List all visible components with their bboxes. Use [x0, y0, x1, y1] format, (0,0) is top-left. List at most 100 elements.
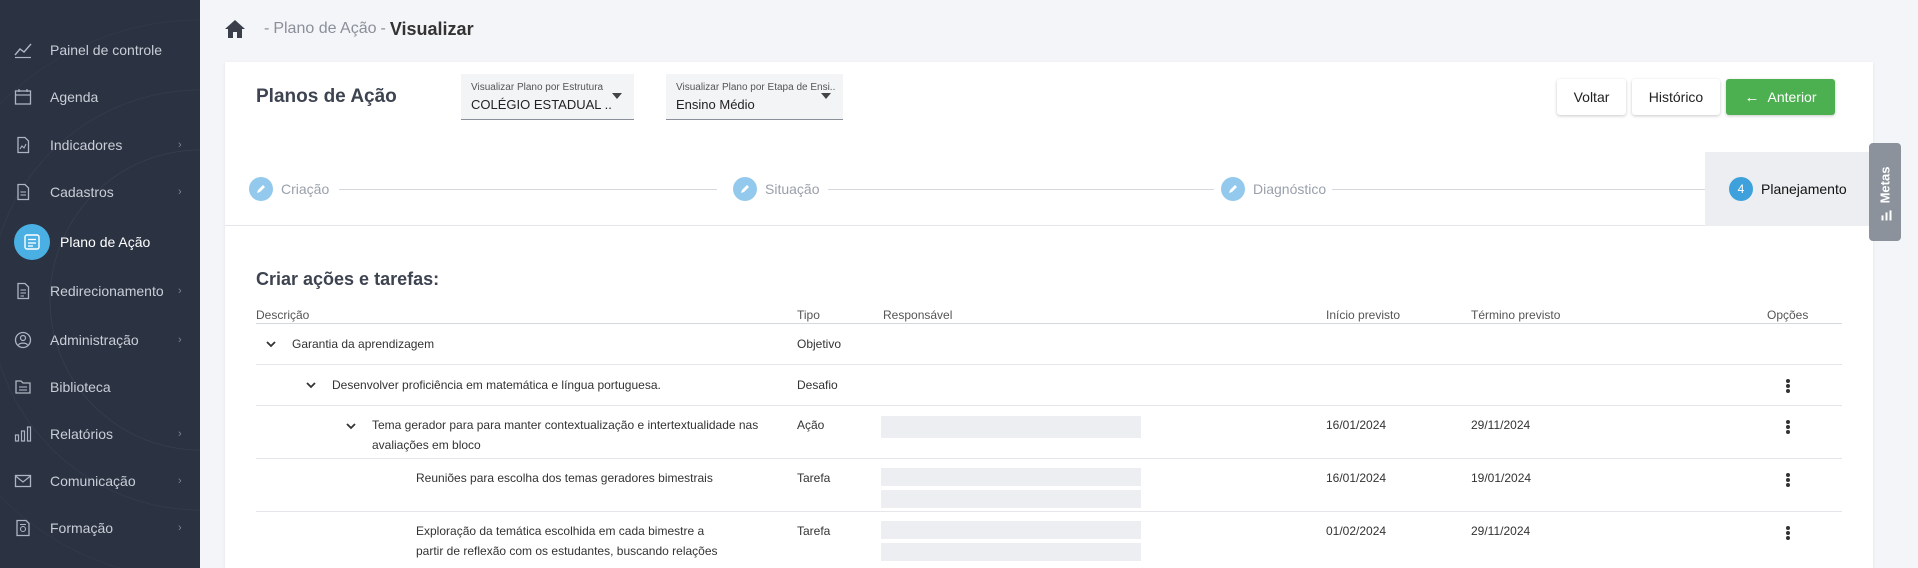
row-start-date: 16/01/2024 — [1326, 418, 1387, 432]
pencil-icon — [733, 177, 757, 201]
indicators-icon — [17, 136, 30, 154]
row-options-icon[interactable] — [1786, 473, 1790, 487]
step-criacao[interactable]: Criação — [249, 152, 329, 226]
user-circle-icon — [14, 331, 32, 349]
sidebar-item-label: Painel de controle — [50, 42, 163, 58]
home-icon[interactable] — [224, 19, 246, 39]
row-description: Tema gerador para para manter contextual… — [372, 418, 759, 432]
metas-label-text: Metas — [1877, 166, 1893, 204]
calendar-icon — [14, 89, 32, 105]
row-options-icon[interactable] — [1786, 420, 1790, 434]
sidebar-item-label: Biblioteca — [50, 379, 111, 395]
responsavel-placeholder — [881, 490, 1141, 508]
sidebar-item-label: Cadastros — [50, 184, 114, 200]
sidebar-item-redirecionamento[interactable]: Redirecionamento › — [0, 271, 200, 311]
historico-button-label: Histórico — [1648, 89, 1704, 105]
stepper-connector — [339, 189, 717, 190]
arrow-left-icon: ← — [1744, 88, 1760, 106]
chevron-right-icon: › — [178, 475, 182, 487]
metas-side-tab[interactable]: Metas — [1869, 143, 1901, 241]
sidebar-item-indicadores[interactable]: Indicadores › — [0, 125, 200, 165]
pencil-icon — [1221, 177, 1245, 201]
anterior-button-label: Anterior — [1767, 89, 1817, 105]
row-start-date: 16/01/2024 — [1326, 471, 1387, 485]
sidebar-item-administracao[interactable]: Administração › — [0, 320, 200, 360]
sidebar-item-comunicacao[interactable]: Comunicação › — [0, 461, 200, 501]
row-description: Exploração da temática escolhida em cada… — [416, 524, 705, 538]
row-description: avaliações em bloco — [372, 438, 481, 452]
row-description: Garantia da aprendizagem — [292, 337, 435, 351]
select-estrutura[interactable]: Visualizar Plano por Estrutura COLÉGIO E… — [461, 74, 634, 120]
step-situacao[interactable]: Situação — [733, 152, 819, 226]
chevron-right-icon: › — [178, 334, 182, 346]
step-label: Situação — [765, 181, 820, 197]
redirect-icon — [17, 282, 30, 300]
row-type: Objetivo — [797, 337, 842, 351]
select-value: Ensino Médio — [676, 97, 755, 112]
sidebar-item-label: Agenda — [50, 89, 99, 105]
dropdown-arrow-icon — [612, 93, 622, 99]
stepper-connector — [1332, 189, 1710, 190]
breadcrumb-link-plano[interactable]: Plano de Ação — [273, 20, 376, 38]
row-end-date: 19/01/2024 — [1471, 471, 1532, 485]
historico-button[interactable]: Histórico — [1632, 79, 1720, 115]
column-header-descricao: Descrição — [256, 308, 310, 322]
bar-chart-icon — [1881, 210, 1892, 221]
column-header-inicio: Início previsto — [1326, 308, 1401, 322]
step-label: Planejamento — [1761, 181, 1847, 197]
row-options-icon[interactable] — [1786, 526, 1790, 540]
sidebar-item-cadastros[interactable]: Cadastros › — [0, 172, 200, 212]
responsavel-placeholder — [881, 416, 1141, 438]
row-type: Tarefa — [797, 524, 831, 538]
column-header-termino: Término previsto — [1471, 308, 1561, 322]
responsavel-placeholder — [881, 521, 1141, 539]
sidebar-item-label: Administração — [50, 332, 139, 348]
table-header: Descrição Tipo Responsável Início previs… — [256, 306, 1842, 324]
sidebar-item-label: Comunicação — [50, 473, 136, 489]
row-options-icon[interactable] — [1786, 379, 1790, 393]
page-title: Visualizar — [389, 18, 474, 39]
card-title: Planos de Ação — [256, 86, 397, 107]
row-type: Tarefa — [797, 471, 831, 485]
row-description: Desenvolver proficiência em matemática e… — [332, 378, 661, 392]
bar-chart-icon — [14, 426, 32, 442]
anterior-button[interactable]: ← Anterior — [1726, 79, 1835, 115]
metas-tab-label: Metas — [1878, 167, 1893, 222]
sidebar-item-biblioteca[interactable]: Biblioteca — [0, 367, 200, 407]
select-etapa[interactable]: Visualizar Plano por Etapa de Ensi... En… — [666, 74, 843, 120]
responsavel-placeholder — [881, 468, 1141, 486]
certificate-icon — [16, 519, 30, 537]
step-diagnostico[interactable]: Diagnóstico — [1221, 152, 1326, 226]
chevron-down-icon[interactable] — [344, 419, 358, 433]
voltar-button-label: Voltar — [1573, 89, 1610, 105]
mail-icon — [14, 474, 32, 488]
dashboard-icon — [14, 43, 32, 59]
row-start-date: 01/02/2024 — [1326, 524, 1387, 538]
voltar-button[interactable]: Voltar — [1557, 79, 1626, 115]
row-end-date: 29/11/2024 — [1471, 524, 1531, 538]
column-header-tipo: Tipo — [797, 308, 820, 322]
sidebar-item-painel[interactable]: Painel de controle — [0, 30, 200, 70]
table-row: Garantia da aprendizagem Objetivo — [256, 324, 1842, 365]
sidebar-item-agenda[interactable]: Agenda — [0, 77, 200, 117]
chevron-right-icon: › — [178, 285, 182, 297]
chevron-down-icon[interactable] — [304, 378, 318, 392]
row-description: Reuniões para escolha dos temas geradore… — [416, 471, 713, 485]
sidebar-item-label: Relatórios — [50, 426, 114, 442]
sidebar-item-plano-de-acao[interactable]: Plano de Ação — [0, 222, 200, 262]
pencil-icon — [249, 177, 273, 201]
sidebar-item-relatorios[interactable]: Relatórios › — [0, 414, 200, 454]
select-caption: Visualizar Plano por Etapa de Ensi... — [676, 82, 836, 93]
library-icon — [15, 380, 31, 394]
stepper: Criação Situação Diagnóstico 4 Planejame… — [225, 152, 1873, 226]
step-planejamento[interactable]: 4 Planejamento — [1705, 152, 1873, 226]
plan-icon — [14, 224, 50, 260]
breadcrumb-separator: - — [380, 20, 386, 37]
step-label: Diagnóstico — [1253, 181, 1327, 197]
sidebar-item-formacao[interactable]: Formação › — [0, 508, 200, 548]
row-end-date: 29/11/2024 — [1471, 418, 1531, 432]
select-caption: Visualizar Plano por Estrutura — [471, 82, 604, 93]
chevron-down-icon[interactable] — [264, 337, 278, 351]
section-title: Criar ações e tarefas: — [256, 269, 440, 289]
table-row: Reuniões para escolha dos temas geradore… — [256, 459, 1842, 512]
